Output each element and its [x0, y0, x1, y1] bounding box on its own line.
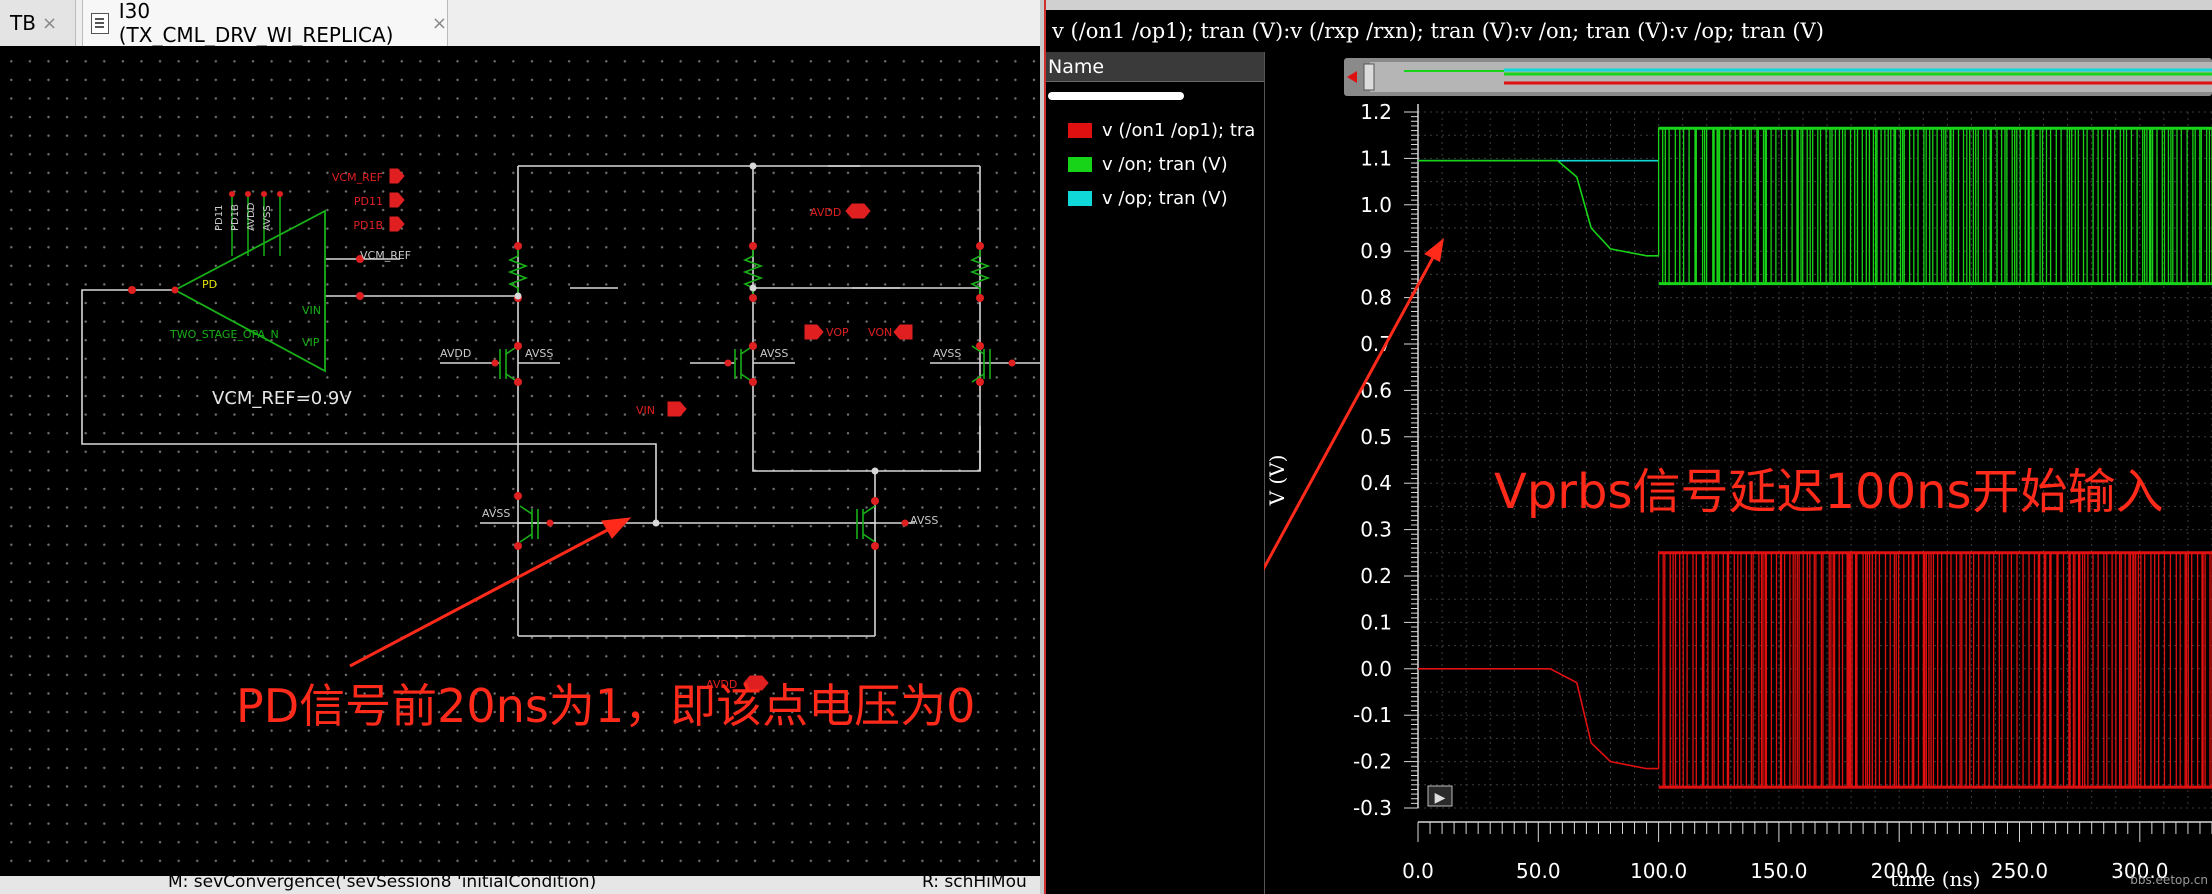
pin-avdd-top	[845, 203, 871, 219]
close-icon[interactable]: ×	[432, 13, 447, 34]
y-tick-label: 1.0	[1360, 193, 1392, 217]
label-avdd-top: AVDD	[810, 206, 841, 219]
waveform-plot[interactable]: 1.2 1.1 1.0 0.9 0.8 0.7 0.6 0.5 0.4 0.3 0.2 0.1 0.0-…	[1238, 52, 2212, 894]
annotation-arrow	[349, 517, 632, 668]
series-toggle-line	[1657, 127, 2212, 285]
y-tick-label: 1.1	[1360, 146, 1392, 170]
wire-feedback	[81, 289, 657, 523]
label-avdd-left: AVDD	[440, 347, 471, 360]
y-tick-label: 0.0	[1360, 657, 1392, 681]
label-avss-m4: AVSS	[482, 507, 510, 520]
x-tick-label: 250.0	[1991, 859, 2048, 883]
close-icon[interactable]: ×	[42, 13, 57, 34]
pin-pd11	[389, 192, 405, 208]
label-avss-m5: AVSS	[910, 514, 938, 527]
transistor-m5	[856, 505, 876, 543]
label-vin: VIN	[636, 404, 655, 417]
tab-bar: TB × I30 (TX_CML_DRV_WI_REPLICA) ×	[0, 0, 1040, 47]
schematic-pane: TB × I30 (TX_CML_DRV_WI_REPLICA) × VCM_R…	[0, 0, 1040, 894]
trace-label: v /on; tran (V)	[1102, 153, 1228, 175]
overview-handle	[1363, 63, 1375, 91]
y-tick-label: -0.1	[1353, 703, 1392, 727]
status-bar: M: sevConvergence('sevSession8 'initialC…	[0, 876, 1040, 894]
status-mouse-left: M: sevConvergence('sevSession8 'initialC…	[168, 876, 597, 892]
status-mouse-right: R: schHiMou	[922, 876, 1027, 892]
pin-label-pd11: PD11	[354, 195, 383, 208]
tab-tb-label: TB	[10, 11, 36, 35]
x-tick-label: 150.0	[1750, 859, 1807, 883]
pin-label-pd1b: PD1B	[353, 219, 383, 232]
opamp-label: TWO_STAGE_OPA_N	[169, 328, 279, 341]
label-avss-m1: AVSS	[525, 347, 553, 360]
pin-von	[893, 324, 913, 340]
y-tick-label: 0.3	[1360, 518, 1392, 542]
tab-i30[interactable]: I30 (TX_CML_DRV_WI_REPLICA) ×	[82, 0, 448, 47]
label-von: VON	[868, 326, 892, 339]
trace-color-swatch	[1068, 156, 1092, 172]
pin-pd1b	[389, 216, 405, 232]
opamp-vin-label: VIN	[302, 304, 321, 317]
trace-item[interactable]: v (/on1 /op1); tra	[1068, 116, 1255, 144]
label-avss-m2: AVSS	[760, 347, 788, 360]
opamp-pin-pd11: PD11	[214, 205, 225, 231]
x-axis-label: time (ns)	[1890, 867, 1980, 891]
pin-vcm-ref	[389, 168, 405, 184]
waveform-chart: 1.21.11.00.90.80.70.60.50.40.30.20.10.0-…	[1238, 58, 2212, 891]
y-axis-label: V (V)	[1265, 455, 1289, 507]
watermark: bbs.eetop.cn	[2130, 873, 2208, 887]
y-tick-label: -0.3	[1353, 796, 1392, 820]
pin-vin	[667, 401, 687, 417]
net-label-vcm-ref: VCM_REF	[360, 249, 411, 262]
trace-label: v (/on1 /op1); tra	[1102, 119, 1256, 141]
waveform-annotation: Vprbs信号延迟100ns开始输入	[1494, 464, 2164, 520]
trace-legend-panel: Name v (/on1 /op1); tra v /on; tran (V) v …	[1046, 52, 1265, 894]
y-tick-label: 1.2	[1360, 100, 1392, 124]
label-vop: VOP	[826, 326, 849, 339]
opamp-pd-label: PD	[202, 278, 217, 291]
annotation-arrow-line	[1238, 251, 1438, 613]
toolbar-strip	[1046, 0, 2212, 10]
y-tick-label: -0.2	[1353, 750, 1392, 774]
y-tick-label: 0.9	[1360, 239, 1392, 263]
y-tick-label: 0.5	[1360, 425, 1392, 449]
trace-item[interactable]: v /on; tran (V)	[1068, 150, 1228, 178]
opamp-pin-avdd: AVDD	[246, 202, 257, 231]
transistor-m1	[499, 345, 519, 383]
legend-scrollbar[interactable]	[1048, 92, 1184, 100]
annotation-arrow-head	[1424, 238, 1444, 262]
series-toggle-line	[1657, 552, 2212, 788]
opamp-pin-pd1b: PD1B	[230, 204, 241, 231]
y-tick-label: 0.2	[1360, 564, 1392, 588]
play-icon: ▶	[1435, 790, 1446, 806]
trace-color-swatch	[1068, 190, 1092, 206]
x-tick-label: 0.0	[1402, 859, 1434, 883]
x-tick-label: 50.0	[1516, 859, 1561, 883]
waveform-title: v (/on1 /op1); tran (V):v (/rxp /rxn); t…	[1046, 12, 2212, 50]
y-tick-label: 0.1	[1360, 610, 1392, 634]
y-tick-label: 0.4	[1360, 471, 1392, 495]
trace-item[interactable]: v /op; tran (V)	[1068, 184, 1228, 212]
document-icon	[91, 12, 109, 34]
opamp-vip-label: VIP	[302, 336, 320, 349]
transistor-m3	[971, 345, 991, 383]
note-vcm-ref: VCM_REF=0.9V	[212, 388, 352, 409]
pin-vop	[804, 324, 824, 340]
schematic-annotation: PD信号前20ns为1，即该点电压为0	[236, 679, 975, 733]
y-tick-label: 0.8	[1360, 286, 1392, 310]
waveform-pane: v (/on1 /op1); tran (V):v (/rxp /rxn); t…	[1044, 0, 2212, 894]
schematic-canvas[interactable]: VCM_REF PD11 PD1B VCM_REF TWO_STAGE_OPA_…	[0, 46, 1040, 876]
x-tick-label: 100.0	[1630, 859, 1687, 883]
transistor-m2	[734, 345, 754, 383]
name-column-header[interactable]: Name	[1046, 52, 1264, 82]
tab-i30-label: I30 (TX_CML_DRV_WI_REPLICA)	[118, 0, 394, 47]
label-avss-m3: AVSS	[933, 347, 961, 360]
schematic-drawing: VCM_REF PD11 PD1B VCM_REF TWO_STAGE_OPA_…	[81, 162, 1040, 733]
pin-label-vcm-ref: VCM_REF	[332, 171, 383, 184]
opamp-pin-avss: AVSS	[262, 205, 273, 231]
overview-window	[1370, 62, 2212, 92]
trace-color-swatch	[1068, 122, 1092, 138]
trace-label: v /op; tran (V)	[1102, 187, 1228, 209]
tab-tb[interactable]: TB ×	[0, 0, 76, 46]
transistor-m4	[519, 505, 539, 543]
